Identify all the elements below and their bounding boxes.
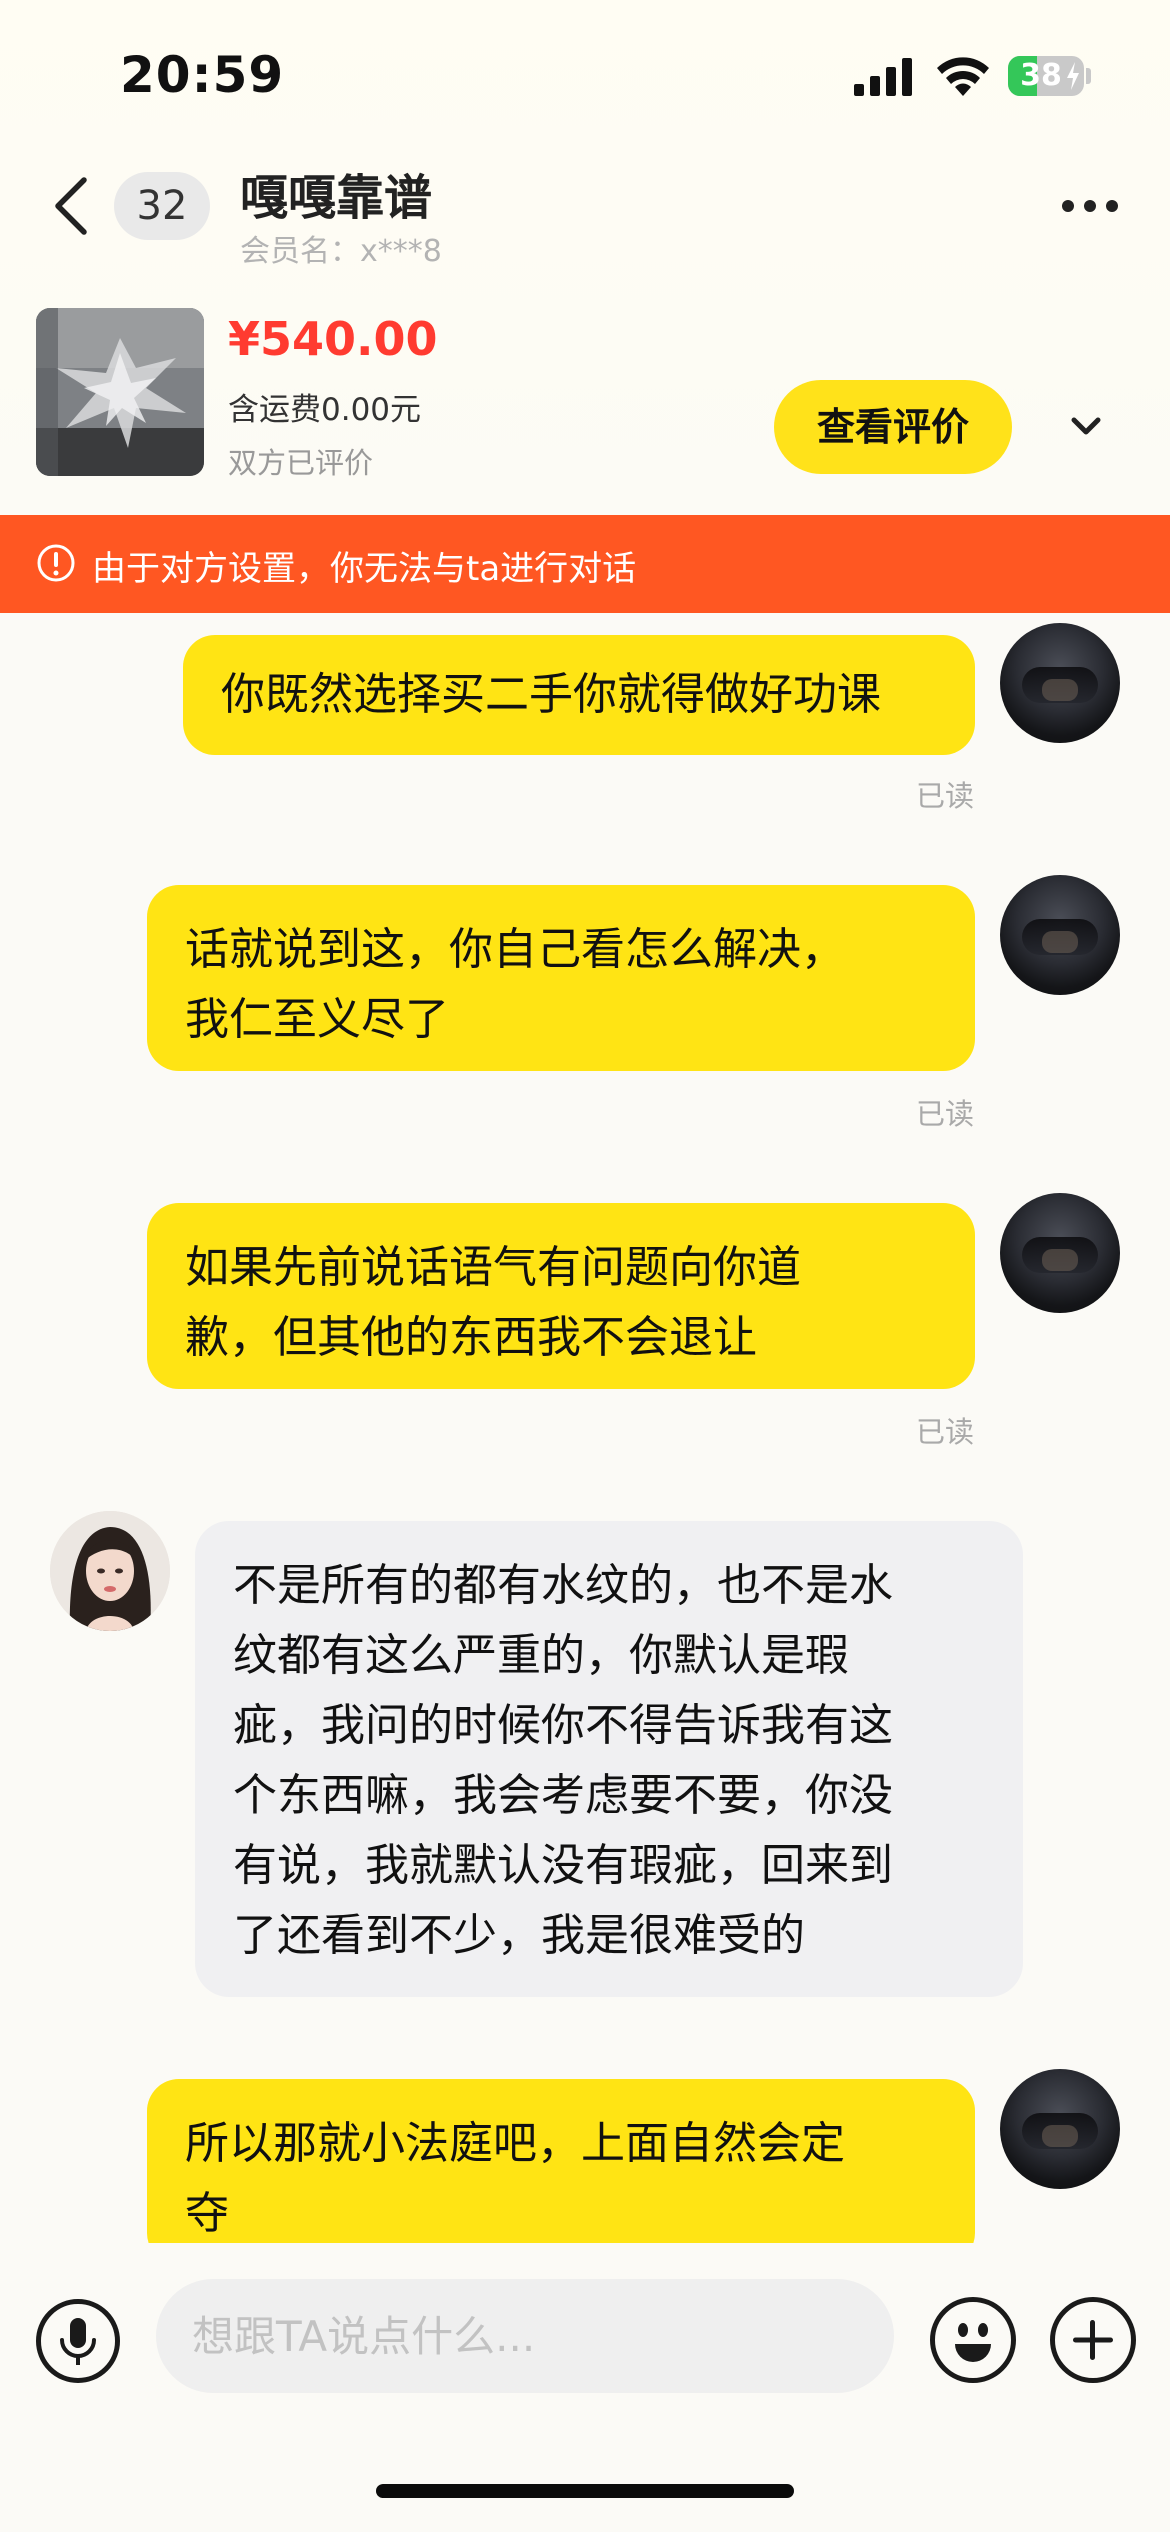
battery-level: 38 <box>1020 58 1062 93</box>
chat-area[interactable]: 你既然选择买二手你就得做好功课 已读 话就说到这，你自己看怎么解决， 我仁至义尽… <box>0 613 1170 2243</box>
message-line: 有说，我就默认没有瑕疵，回来到 <box>233 1840 893 1891</box>
avatar-face <box>1042 2125 1078 2147</box>
avatar-face <box>1042 679 1078 701</box>
contact-avatar-image <box>50 1511 170 1631</box>
my-avatar[interactable] <box>1000 2069 1120 2189</box>
chevron-down-icon[interactable] <box>1068 412 1104 442</box>
my-avatar[interactable] <box>1000 875 1120 995</box>
message-line: 你既然选择买二手你就得做好功课 <box>221 669 881 720</box>
battery-icon: 38 <box>1008 56 1084 96</box>
product-price: ¥540.00 <box>228 312 438 366</box>
wifi-icon <box>937 57 989 96</box>
voice-button[interactable] <box>36 2299 120 2383</box>
message-line: 夺 <box>185 2188 229 2239</box>
alert-circle-icon <box>37 544 75 582</box>
my-avatar[interactable] <box>1000 623 1120 743</box>
message-bubble-mine[interactable]: 你既然选择买二手你就得做好功课 <box>183 635 975 755</box>
read-receipt: 已读 <box>916 1415 975 1449</box>
my-avatar[interactable] <box>1000 1193 1120 1313</box>
message-line: 个东西嘛，我会考虑要不要，你没 <box>233 1770 893 1821</box>
message-bubble-mine[interactable]: 话就说到这，你自己看怎么解决， 我仁至义尽了 <box>147 885 975 1071</box>
message-line: 疵，我问的时候你不得告诉我有这 <box>233 1700 893 1751</box>
read-receipt: 已读 <box>916 779 975 813</box>
message-line: 如果先前说话语气有问题向你道 <box>185 1242 801 1293</box>
ellipsis-icon[interactable] <box>1060 192 1120 220</box>
message-input[interactable] <box>156 2279 894 2393</box>
message-line: 所以那就小法庭吧，上面自然会定 <box>185 2118 845 2169</box>
message-line: 歉，但其他的东西我不会退让 <box>185 1312 757 1363</box>
unread-count-badge[interactable]: 32 <box>114 172 210 240</box>
message-bubble-theirs[interactable]: 不是所有的都有水纹的，也不是水 纹都有这么严重的，你默认是瑕 疵，我问的时候你不… <box>195 1521 1023 1997</box>
emoji-icon <box>955 2323 991 2362</box>
message-line: 纹都有这么严重的，你默认是瑕 <box>233 1630 849 1681</box>
plus-icon <box>1073 2320 1113 2360</box>
contact-avatar[interactable] <box>50 1511 170 1631</box>
charging-bolt-icon <box>1067 62 1079 90</box>
member-name: 会员名：x***8 <box>240 234 442 269</box>
status-bar: 20:59 38 <box>0 0 1170 150</box>
add-button[interactable] <box>1050 2297 1136 2383</box>
avatar-face <box>1042 1249 1078 1271</box>
message-line: 了还看到不少，我是很难受的 <box>233 1910 805 1961</box>
message-line: 我仁至义尽了 <box>185 994 449 1045</box>
chat-title: 嘎嘎靠谱 <box>240 170 433 226</box>
emoji-button[interactable] <box>930 2297 1016 2383</box>
message-bubble-mine[interactable]: 如果先前说话语气有问题向你道 歉，但其他的东西我不会退让 <box>147 1203 975 1389</box>
warning-banner: 由于对方设置，你无法与ta进行对话 <box>0 515 1170 613</box>
microphone-icon <box>60 2318 96 2365</box>
message-line: 不是所有的都有水纹的，也不是水 <box>233 1560 893 1611</box>
chevron-left-icon[interactable] <box>50 176 94 236</box>
cellular-signal-icon <box>854 58 912 96</box>
battery-cap <box>1086 68 1091 84</box>
message-bubble-mine[interactable]: 所以那就小法庭吧，上面自然会定 夺 <box>147 2079 975 2243</box>
shipping-fee: 含运费0.00元 <box>228 392 422 428</box>
review-status: 双方已评价 <box>228 446 374 480</box>
status-time: 20:59 <box>120 46 285 104</box>
warning-text: 由于对方设置，你无法与ta进行对话 <box>92 549 637 589</box>
message-line: 话就说到这，你自己看怎么解决， <box>185 924 845 975</box>
product-thumbnail[interactable] <box>36 308 204 476</box>
product-image <box>36 308 204 476</box>
home-indicator[interactable] <box>376 2484 794 2498</box>
view-review-button[interactable]: 查看评价 <box>774 380 1012 474</box>
avatar-face <box>1042 931 1078 953</box>
read-receipt: 已读 <box>916 1097 975 1131</box>
